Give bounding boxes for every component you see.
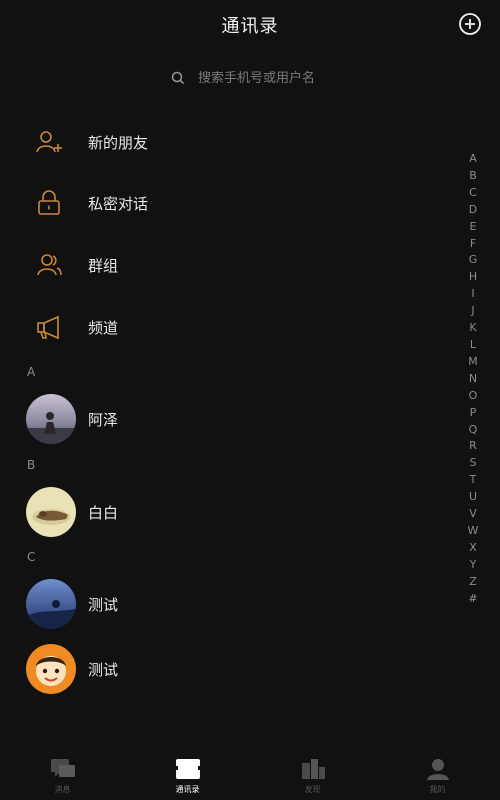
menu-item-groups[interactable]: 群组 xyxy=(0,240,450,290)
page-title: 通讯录 xyxy=(221,16,279,37)
alphabet-index-letter[interactable]: N xyxy=(469,371,477,388)
search-bar[interactable] xyxy=(170,66,398,90)
contact-name: 阿泽 xyxy=(88,410,119,429)
alphabet-index-letter[interactable]: W xyxy=(468,523,479,540)
alphabet-index-letter[interactable]: Y xyxy=(470,557,477,574)
alphabet-index-letter[interactable]: T xyxy=(470,472,477,489)
alphabet-index-letter[interactable]: L xyxy=(470,337,476,354)
section-header-c: C xyxy=(27,550,36,564)
contact-name: 测试 xyxy=(88,595,119,614)
contact-row[interactable]: 阿泽 xyxy=(0,391,450,447)
alphabet-index-letter[interactable]: H xyxy=(469,269,477,286)
alphabet-index-letter[interactable]: K xyxy=(469,320,476,337)
avatar xyxy=(26,394,76,444)
tab-label: 通讯录 xyxy=(175,785,200,794)
alphabet-index-letter[interactable]: Z xyxy=(469,574,477,591)
alphabet-index-letter[interactable]: V xyxy=(469,506,477,523)
alphabet-index-letter[interactable]: Q xyxy=(469,422,478,439)
alphabet-index-letter[interactable]: M xyxy=(468,354,478,371)
menu-label: 私密对话 xyxy=(88,194,149,213)
tab-discover[interactable]: 发现 xyxy=(250,750,375,800)
alphabet-index-letter[interactable]: G xyxy=(469,252,478,269)
alphabet-index-letter[interactable]: J xyxy=(471,303,474,320)
plus-circle-icon[interactable] xyxy=(458,12,482,36)
profile-icon xyxy=(424,756,452,782)
menu-label: 频道 xyxy=(88,318,119,337)
contact-row[interactable]: 测试 xyxy=(0,576,450,632)
alphabet-index-letter[interactable]: F xyxy=(470,236,476,253)
section-header-b: B xyxy=(27,458,36,472)
contacts-icon xyxy=(173,756,202,782)
alphabet-index-letter[interactable]: E xyxy=(470,219,477,236)
search-icon xyxy=(171,71,185,85)
tab-label: 我的 xyxy=(429,785,446,794)
group-icon xyxy=(33,249,65,281)
megaphone-icon xyxy=(33,311,65,343)
chat-icon xyxy=(49,756,77,782)
menu-label: 新的朋友 xyxy=(88,133,149,152)
discover-icon xyxy=(299,756,327,782)
add-friend-icon xyxy=(33,126,65,158)
tab-profile[interactable]: 我的 xyxy=(375,750,500,800)
alphabet-index-letter[interactable]: P xyxy=(470,405,477,422)
tab-messages[interactable]: 消息 xyxy=(0,750,125,800)
contact-row[interactable]: 白白 xyxy=(0,484,450,540)
avatar xyxy=(26,579,76,629)
alphabet-index-letter[interactable]: A xyxy=(469,151,477,168)
alphabet-index-letter[interactable]: R xyxy=(469,438,477,455)
menu-item-private-chat[interactable]: 私密对话 xyxy=(0,178,450,228)
alphabet-index-letter[interactable]: C xyxy=(469,185,477,202)
bottom-tab-bar: 消息 通讯录 发现 我的 xyxy=(0,750,500,800)
alphabet-index-letter[interactable]: B xyxy=(469,168,477,185)
tab-label: 消息 xyxy=(54,785,71,794)
alphabet-index-letter[interactable]: I xyxy=(471,286,474,303)
alphabet-index-letter[interactable]: X xyxy=(469,540,477,557)
avatar xyxy=(26,644,76,694)
alphabet-index-letter[interactable]: D xyxy=(469,202,477,219)
alphabet-index-letter[interactable]: S xyxy=(470,455,477,472)
menu-item-new-friends[interactable]: 新的朋友 xyxy=(0,117,450,167)
avatar xyxy=(26,487,76,537)
menu-label: 群组 xyxy=(88,256,119,275)
tab-label: 发现 xyxy=(304,785,321,794)
section-header-a: A xyxy=(27,365,36,379)
tab-contacts[interactable]: 通讯录 xyxy=(125,750,250,800)
lock-icon xyxy=(33,187,65,219)
header: 通讯录 xyxy=(0,0,500,52)
alphabet-index-letter[interactable]: # xyxy=(468,591,477,608)
menu-item-channels[interactable]: 频道 xyxy=(0,302,450,352)
alphabet-index-letter[interactable]: U xyxy=(469,489,477,506)
alphabet-index[interactable]: A B C D E F G H I J K L M N O P Q R S T U V W X Y Z # xyxy=(466,151,480,607)
contact-name: 测试 xyxy=(88,660,119,679)
contact-row[interactable]: 测试 xyxy=(0,641,450,697)
contact-name: 白白 xyxy=(88,503,119,522)
search-input[interactable] xyxy=(198,70,398,86)
alphabet-index-letter[interactable]: O xyxy=(469,388,478,405)
